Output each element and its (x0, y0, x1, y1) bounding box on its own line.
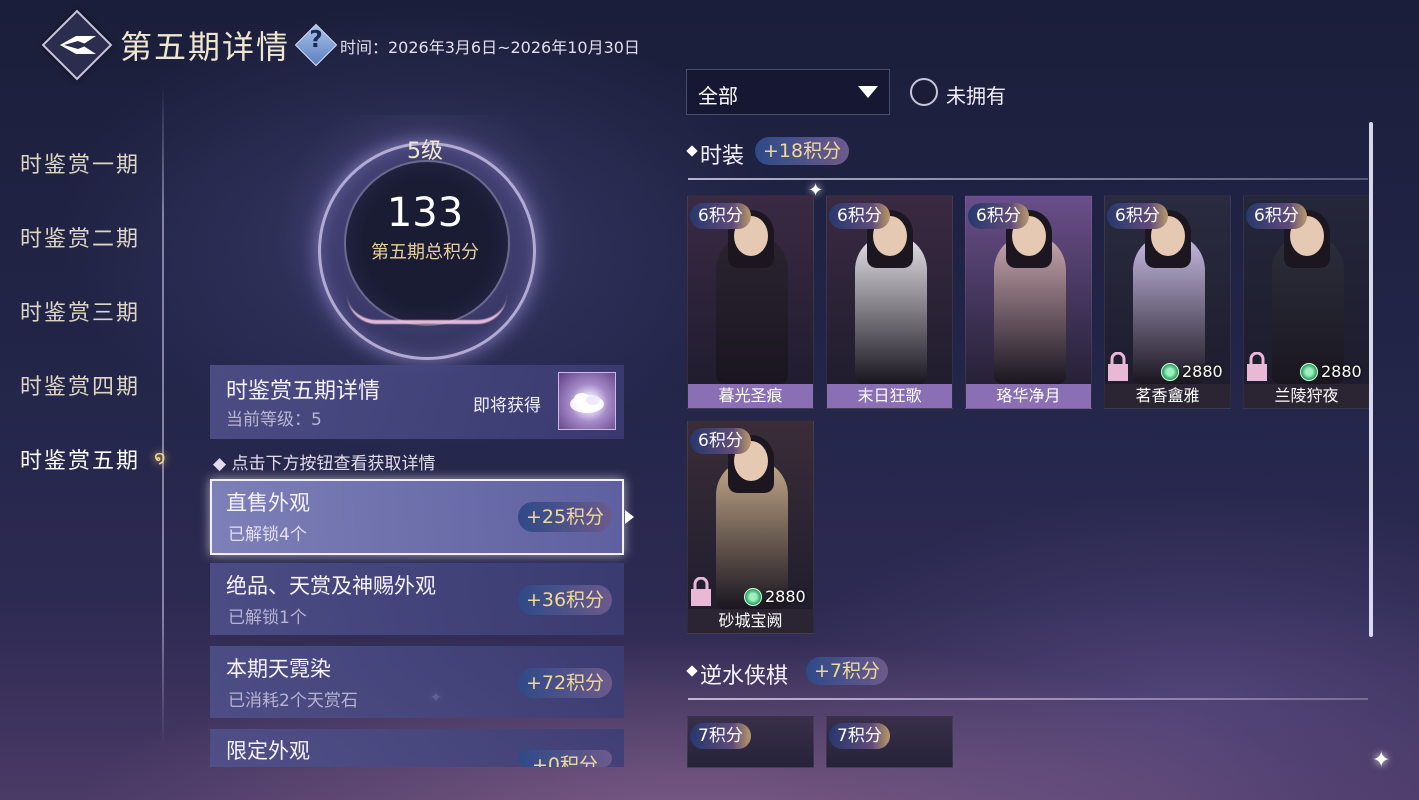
period-detail-title: 时鉴赏五期详情 (226, 379, 381, 404)
sidebar-item-period-3[interactable]: 时鉴赏三期 (20, 295, 140, 327)
category-title: 绝品、天赏及神赐外观 (226, 574, 436, 598)
upcoming-reward-label: 即将获得 (473, 396, 541, 416)
lock-icon (1247, 352, 1267, 381)
ring-accent (347, 294, 507, 324)
price-amount: 2880 (1321, 362, 1362, 381)
category-subtitle: 已解锁1个 (228, 608, 307, 628)
chess-item-card[interactable]: 7积分 (687, 716, 814, 768)
active-pointer-icon (625, 510, 634, 524)
section-points: +18积分 (755, 137, 850, 165)
chess-item-card[interactable]: 7积分 (826, 716, 953, 768)
section-title: 时装 (700, 144, 745, 169)
lock-icon (691, 577, 711, 606)
outfit-card[interactable]: 6积分 2880 兰陵狩夜 (1243, 195, 1370, 409)
sidebar-item-period-5[interactable]: 时鉴赏五期 (20, 443, 140, 475)
total-score-label: 第五期总积分 (371, 242, 479, 263)
price-amount: 2880 (1182, 362, 1223, 381)
jade-coin-icon (1161, 362, 1179, 381)
unowned-toggle[interactable] (910, 78, 938, 106)
outfit-card[interactable]: 6积分珞华净月 (965, 195, 1092, 409)
category-points: +36积分 (518, 585, 612, 615)
section-points: +7积分 (806, 657, 889, 685)
outfit-card[interactable]: 6积分末日狂歌 (826, 195, 953, 409)
current-level: 当前等级：5 (226, 410, 322, 430)
lock-icon (1108, 352, 1128, 381)
category-points: +25积分 (518, 502, 612, 532)
sidebar-item-period-1[interactable]: 时鉴赏一期 (20, 147, 140, 179)
event-time: 时间：2026年3月6日~2026年10月30日 (340, 38, 640, 57)
section-bullet-icon (686, 665, 698, 677)
outfit-name: 砂城宝阙 (688, 609, 813, 633)
sparkle-decor: ✦ (1372, 748, 1391, 773)
dropdown-arrow-icon (858, 86, 878, 98)
outfit-points: 6积分 (829, 203, 890, 229)
section-title: 逆水侠棋 (700, 664, 789, 689)
outfit-points: 6积分 (968, 203, 1029, 229)
help-icon: ? (309, 27, 323, 53)
outfit-name: 末日狂歌 (827, 384, 952, 408)
outfit-points: 6积分 (690, 428, 751, 454)
price-tag: 2880 (1300, 362, 1362, 381)
sidebar-item-period-4[interactable]: 时鉴赏四期 (20, 369, 140, 401)
outfit-name: 暮光圣痕 (688, 384, 813, 408)
outfit-card[interactable]: 6积分暮光圣痕 (687, 195, 814, 409)
category-title: 直售外观 (226, 491, 310, 515)
category-title: 限定外观 (226, 739, 310, 763)
outfit-points: 6积分 (1107, 203, 1168, 229)
sidebar-item-period-2[interactable]: 时鉴赏二期 (20, 221, 140, 253)
outfit-card[interactable]: 6积分 2880 茗香盦雅 (1104, 195, 1231, 409)
filter-value: 全部 (698, 84, 738, 108)
scrollbar[interactable] (1369, 122, 1373, 637)
level-label: 5级 (407, 139, 443, 164)
chess-item-points: 7积分 (829, 723, 890, 749)
total-score: 133 (386, 190, 464, 236)
back-arrow-icon (60, 36, 96, 54)
category-points: +0积分 (518, 750, 612, 767)
jade-coin-icon (744, 587, 762, 606)
swirl-icon: ໑ (154, 447, 166, 468)
outfit-name: 珞华净月 (966, 384, 1091, 408)
section-divider (688, 698, 1368, 700)
page-title: 第五期详情 (120, 28, 291, 66)
hint-text: ◆ 点击下方按钮查看获取详情 (213, 454, 436, 474)
section-bullet-icon (686, 145, 698, 157)
outfit-name: 兰陵狩夜 (1244, 384, 1369, 408)
category-title: 本期天霓染 (226, 657, 331, 681)
outfit-points: 6积分 (690, 203, 751, 229)
category-subtitle: 已消耗2个天赏石 (228, 691, 358, 711)
chess-item-points: 7积分 (690, 723, 751, 749)
outfit-points: 6积分 (1246, 203, 1307, 229)
category-subtitle: 已解锁4个 (228, 525, 307, 545)
price-tag: 2880 (744, 587, 806, 606)
cloud-bag-icon (570, 393, 604, 413)
outfit-name: 茗香盦雅 (1105, 384, 1230, 408)
category-points: +72积分 (518, 668, 612, 698)
price-tag: 2880 (1161, 362, 1223, 381)
outfit-card[interactable]: 6积分 2880 砂城宝阙 (687, 420, 814, 634)
section-divider (688, 178, 1368, 180)
jade-coin-icon (1300, 362, 1318, 381)
unowned-label: 未拥有 (946, 84, 1006, 108)
price-amount: 2880 (765, 587, 806, 606)
sidebar-divider (162, 85, 164, 745)
